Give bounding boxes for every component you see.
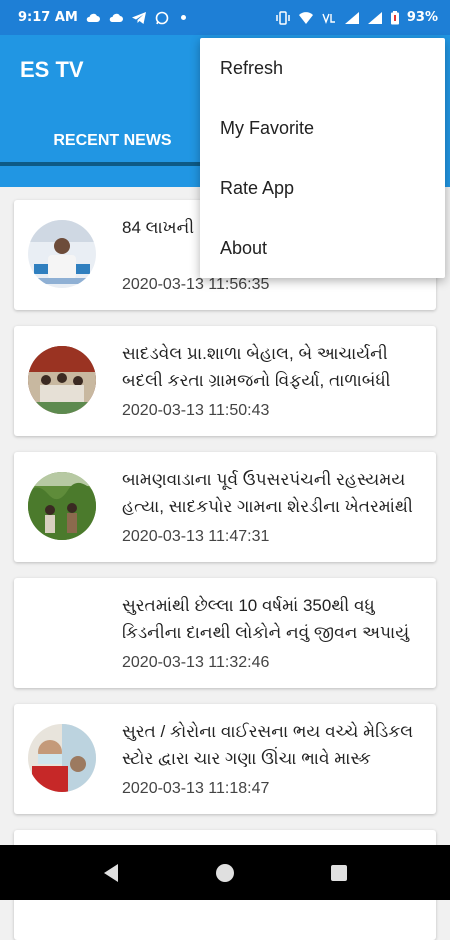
vibrate-icon bbox=[275, 10, 291, 25]
news-card[interactable]: સુરતમાંથી છેલ્લા 10 વર્ષમાં 350થી વધુ કિ… bbox=[14, 578, 436, 688]
recents-icon[interactable] bbox=[325, 859, 353, 887]
telegram-icon bbox=[131, 11, 147, 25]
home-icon[interactable] bbox=[211, 859, 239, 887]
news-thumbnail bbox=[28, 346, 96, 414]
wifi-icon bbox=[298, 11, 314, 25]
news-headline: સાદડવેલ પ્રા.શાળા બેહાલ, બે આચાર્યની બદલ… bbox=[122, 344, 391, 390]
news-headline: બામણવાડાના પૂર્વ ઉપસરપંચની રહસ્યમય હત્યા… bbox=[122, 470, 413, 516]
tab-recent-news[interactable]: RECENT NEWS bbox=[0, 117, 225, 165]
menu-item-my-favorite[interactable]: My Favorite bbox=[200, 98, 445, 158]
signal-icon bbox=[344, 11, 360, 25]
app-title: ES TV bbox=[20, 57, 84, 82]
signal-icon bbox=[367, 11, 383, 25]
battery-icon bbox=[390, 10, 400, 25]
menu-item-about[interactable]: About bbox=[200, 218, 445, 278]
news-headline: સુરતમાંથી છેલ્લા 10 વર્ષમાં 350થી વધુ કિ… bbox=[122, 596, 410, 642]
news-timestamp: 2020-03-13 11:32:46 bbox=[122, 654, 270, 671]
whatsapp-icon bbox=[154, 11, 170, 25]
menu-item-rate-app[interactable]: Rate App bbox=[200, 158, 445, 218]
news-card[interactable]: સુરત / કોરોના વાઈરસના ભય વચ્ચે મેડિકલ સ્… bbox=[14, 704, 436, 814]
status-time: 9:17 AM bbox=[18, 10, 78, 25]
notification-dot-icon bbox=[180, 15, 186, 20]
cloud-icon bbox=[108, 11, 124, 25]
news-thumbnail bbox=[28, 220, 96, 288]
status-bar: 9:17 AM 93% bbox=[0, 0, 450, 35]
news-thumbnail bbox=[28, 724, 96, 792]
tab-indicator bbox=[0, 162, 225, 166]
battery-percent: 93% bbox=[406, 10, 438, 25]
news-timestamp: 2020-03-13 11:50:43 bbox=[122, 402, 270, 419]
news-timestamp: 2020-03-13 11:18:47 bbox=[122, 780, 270, 797]
cloud-icon bbox=[85, 11, 101, 25]
navigation-bar bbox=[0, 845, 450, 900]
news-card[interactable]: બામણવાડાના પૂર્વ ઉપસરપંચની રહસ્યમય હત્યા… bbox=[14, 452, 436, 562]
volte-icon bbox=[321, 11, 337, 25]
news-card[interactable]: સાદડવેલ પ્રા.શાળા બેહાલ, બે આચાર્યની બદલ… bbox=[14, 326, 436, 436]
back-icon[interactable] bbox=[98, 859, 126, 887]
news-timestamp: 2020-03-13 11:56:35 bbox=[122, 276, 270, 293]
overflow-menu: Refresh My Favorite Rate App About bbox=[200, 38, 445, 278]
menu-item-refresh[interactable]: Refresh bbox=[200, 38, 445, 98]
news-thumbnail bbox=[28, 472, 96, 540]
news-timestamp: 2020-03-13 11:47:31 bbox=[122, 528, 270, 545]
news-headline: સુરત / કોરોના વાઈરસના ભય વચ્ચે મેડિકલ સ્… bbox=[122, 722, 414, 768]
